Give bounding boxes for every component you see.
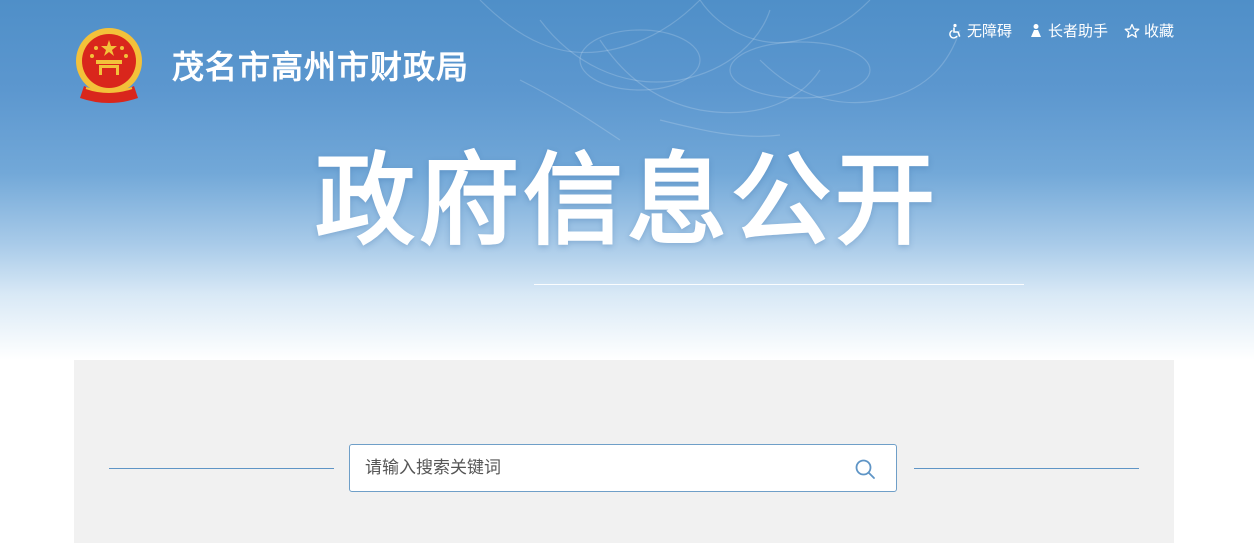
site-title[interactable]: 茂名市高州市财政局	[172, 42, 469, 88]
national-emblem-icon	[76, 28, 142, 103]
title-divider	[534, 284, 1024, 285]
star-outline-icon	[1124, 23, 1140, 39]
top-links: 无障碍 长者助手 收藏	[947, 20, 1174, 41]
search-input[interactable]	[350, 445, 840, 491]
search-icon[interactable]	[854, 458, 876, 480]
accessibility-label: 无障碍	[966, 22, 1012, 40]
search-box	[349, 444, 897, 492]
search-divider-right	[914, 468, 1139, 469]
favorite-link[interactable]: 收藏	[1124, 20, 1174, 41]
search-divider-left	[109, 468, 334, 469]
favorite-label: 收藏	[1143, 22, 1174, 40]
elder-helper-link[interactable]: 长者助手	[1028, 20, 1108, 41]
header-banner: 茂名市高州市财政局 无障碍 长者助手 收藏 政府信息公开	[0, 0, 1254, 360]
wheelchair-icon	[947, 23, 963, 39]
accessibility-link[interactable]: 无障碍	[947, 20, 1012, 41]
page-title: 政府信息公开	[315, 142, 939, 259]
elder-helper-label: 长者助手	[1047, 22, 1108, 40]
search-panel	[74, 360, 1174, 543]
elder-helper-icon	[1028, 23, 1044, 39]
